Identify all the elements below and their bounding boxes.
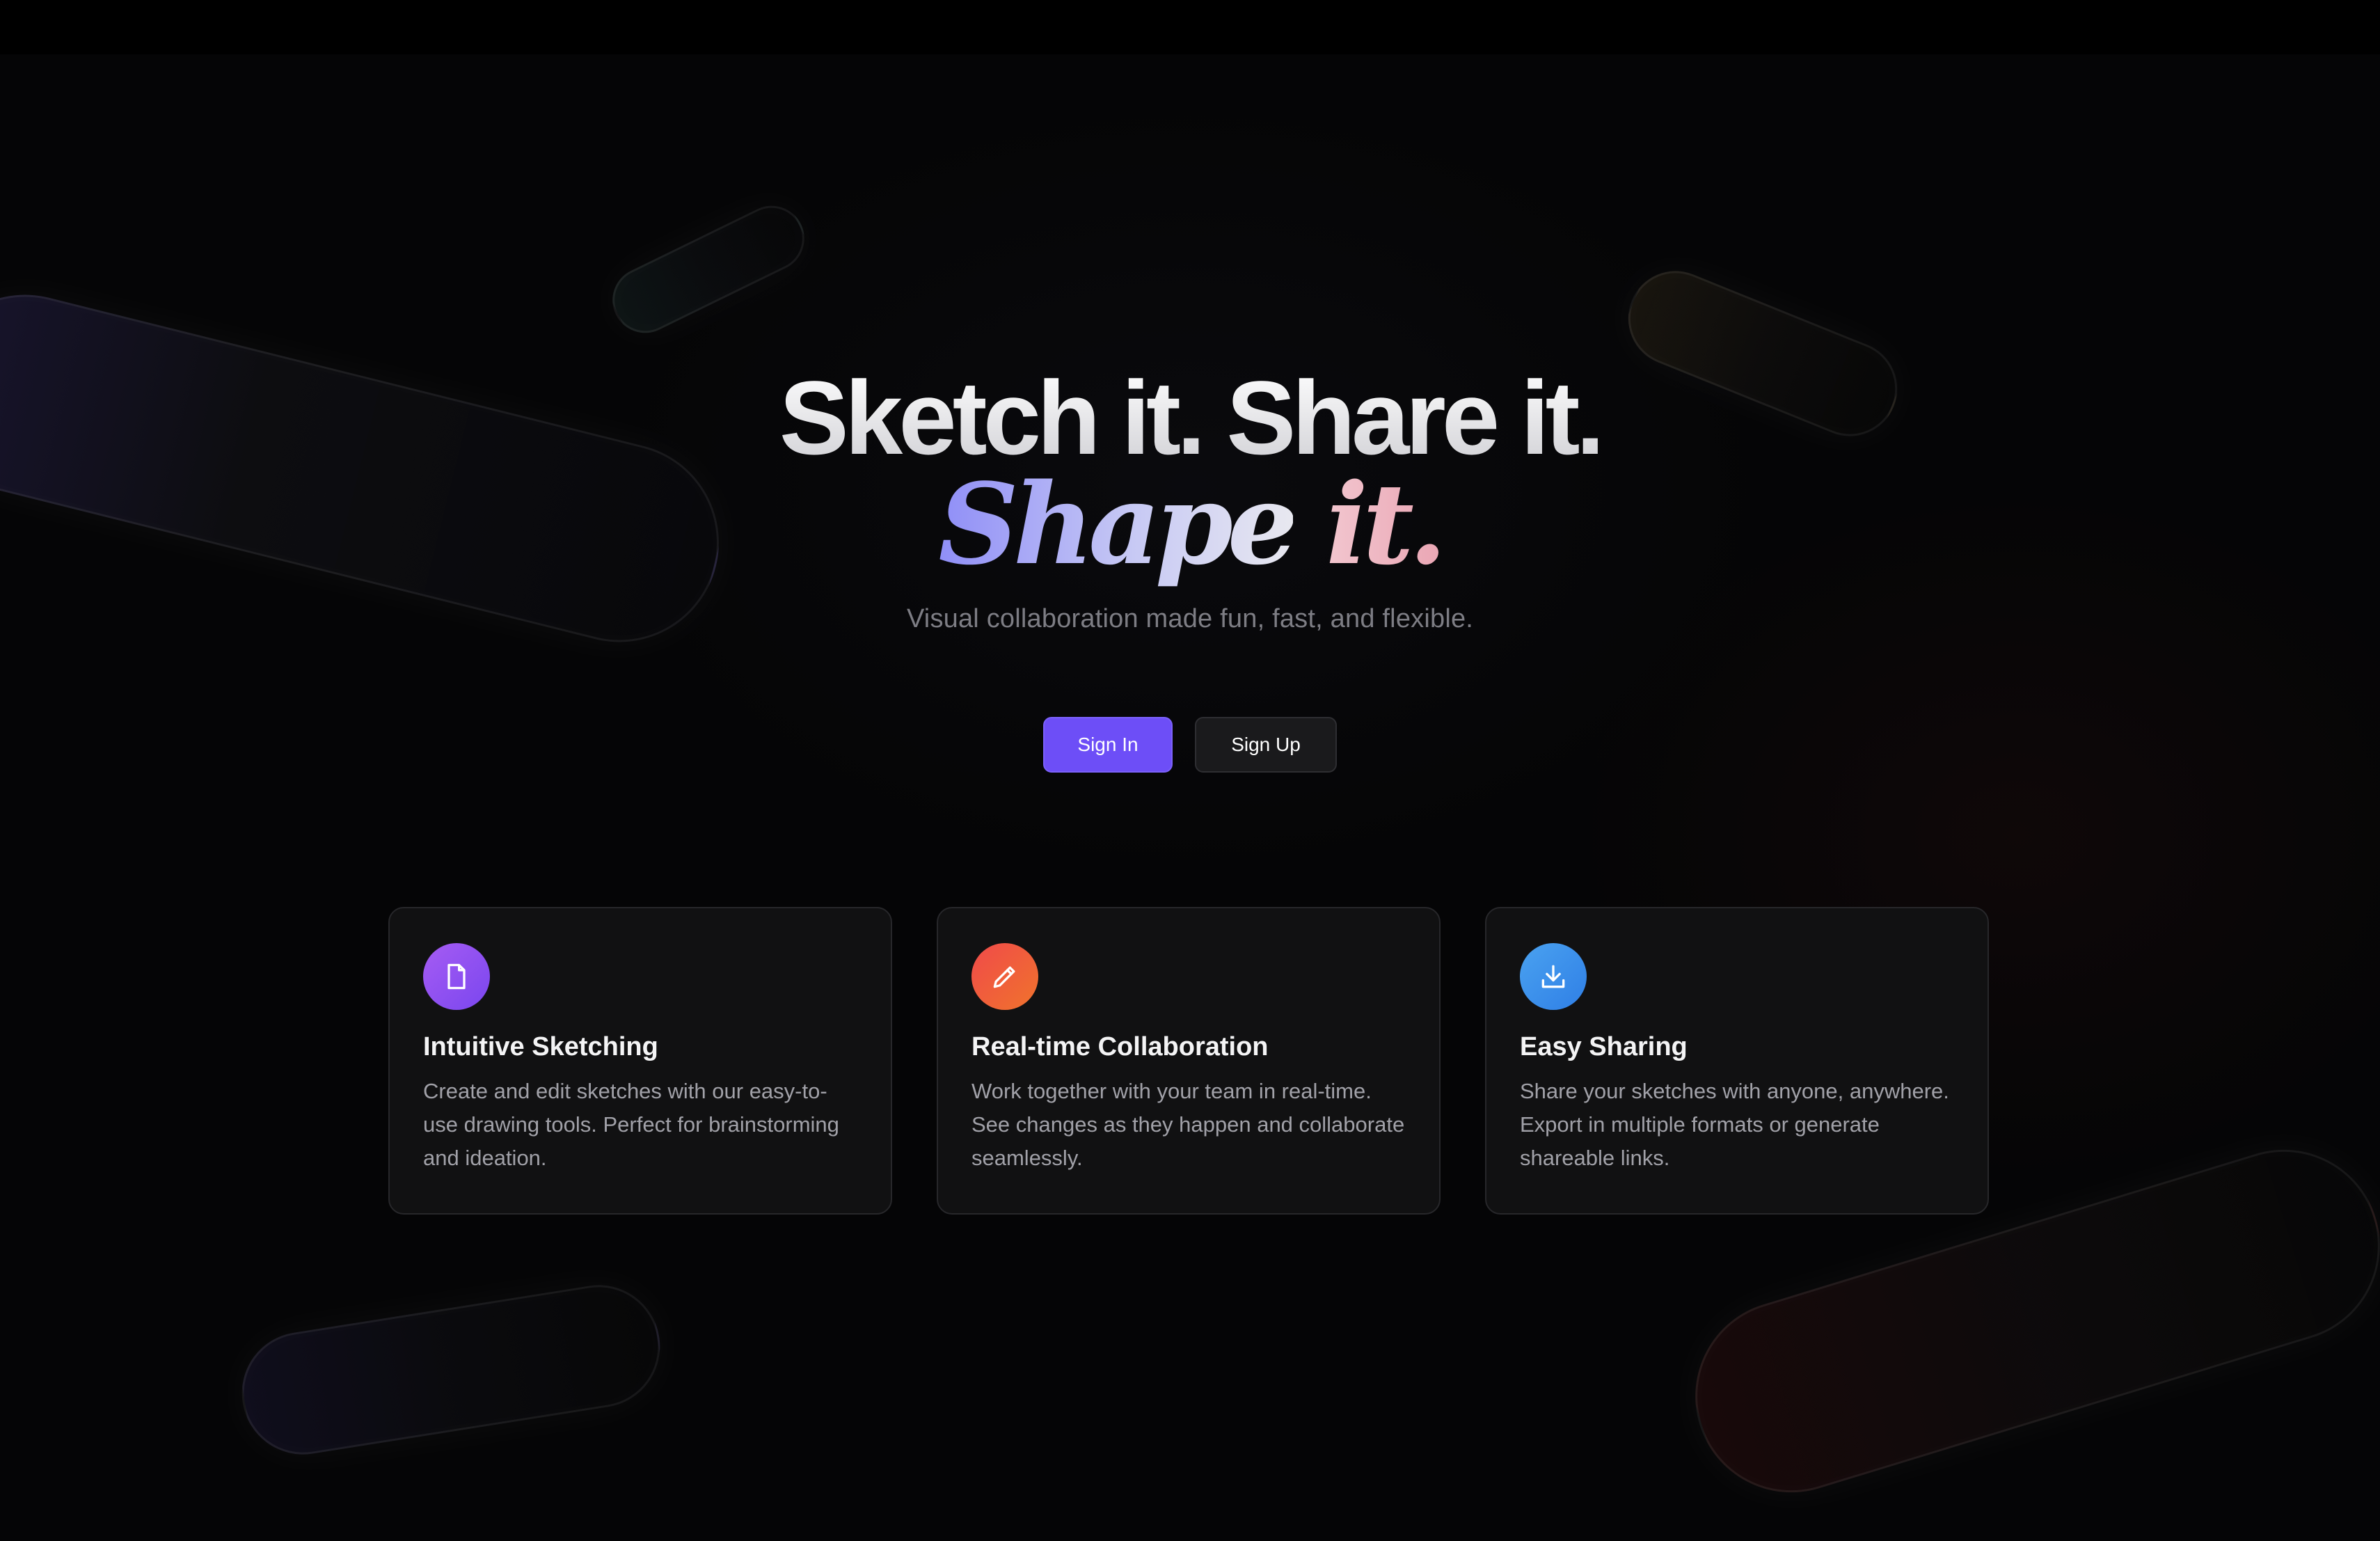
feature-title: Intuitive Sketching (423, 1032, 658, 1061)
feature-description: Work together with your team in real-tim… (971, 1079, 1405, 1170)
sign-in-button[interactable]: Sign In (1043, 717, 1173, 773)
feature-title: Easy Sharing (1520, 1032, 1688, 1061)
feature-description: Share your sketches with anyone, anywher… (1520, 1079, 1949, 1170)
feature-description: Create and edit sketches with our easy-t… (423, 1079, 839, 1170)
feature-card-easy-sharing: Easy Sharing Share your sketches with an… (1485, 907, 1989, 1215)
decorative-pill (601, 194, 816, 345)
download-icon (1520, 943, 1587, 1010)
feature-card-intuitive-sketching: Intuitive Sketching Create and edit sket… (388, 907, 892, 1215)
hero-tagline: Visual collaboration made fun, fast, and… (906, 604, 1474, 633)
hero-script-title: Shape it. (0, 465, 2380, 590)
hero-script-word: Shape (938, 459, 1298, 590)
sign-up-button[interactable]: Sign Up (1195, 717, 1337, 773)
feature-title: Real-time Collaboration (971, 1032, 1269, 1061)
hero-headline: Sketch it. Share it. (0, 362, 2380, 473)
document-icon (423, 943, 490, 1010)
hero-section: Sketch it. Share it. Shape it. Visual co… (0, 362, 2380, 634)
feature-cards: Intuitive Sketching Create and edit sket… (388, 907, 1992, 1215)
feature-card-real-time-collaboration: Real-time Collaboration Work together wi… (937, 907, 1441, 1215)
pencil-icon (971, 943, 1038, 1010)
hero-script-word: it. (1326, 459, 1447, 590)
auth-actions: Sign In Sign Up (0, 717, 2380, 773)
decorative-pill (232, 1276, 669, 1464)
top-bar (0, 0, 2380, 54)
landing-page: Sketch it. Share it. Shape it. Visual co… (0, 0, 2380, 1541)
